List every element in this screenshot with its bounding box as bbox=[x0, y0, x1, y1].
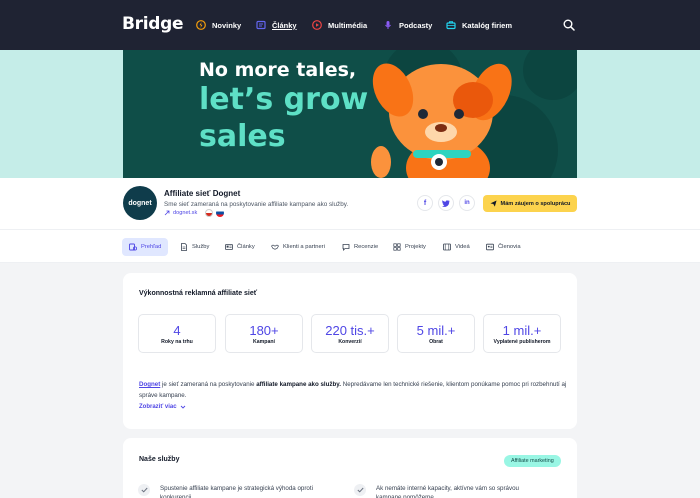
document-icon bbox=[181, 243, 187, 251]
stat-value: 1 mil.+ bbox=[502, 323, 542, 338]
nav-label: Podcasty bbox=[399, 20, 433, 30]
article-icon bbox=[256, 20, 266, 30]
company-header: dognet Affiliate sieť Dognet Sme sieť za… bbox=[0, 178, 700, 229]
tab-projekty[interactable]: Projekty bbox=[386, 238, 433, 256]
handshake-icon bbox=[271, 244, 279, 250]
company-description: Sme sieť zameraná na poskytovanie affili… bbox=[164, 201, 349, 208]
nav-label: Katalóg firiem bbox=[462, 20, 513, 30]
service-item: Ak nemáte interné kapacity, aktívne vám … bbox=[376, 485, 519, 498]
overview-title: Výkonnostná reklamná affiliate sieť bbox=[139, 290, 258, 297]
dognet-link[interactable]: Dognet bbox=[139, 381, 160, 388]
stat-value: 220 tis.+ bbox=[325, 323, 375, 338]
company-logo: dognet bbox=[123, 186, 157, 220]
flag-czech-icon bbox=[205, 209, 213, 217]
check-icon bbox=[138, 484, 150, 496]
stat-label: Kampaní bbox=[253, 339, 275, 345]
stat-card: 5 mil.+ Obrat bbox=[397, 314, 475, 353]
nav-label: Novinky bbox=[212, 20, 242, 30]
description-bold: affiliate kampane ako služby. bbox=[256, 381, 342, 388]
linkedin-icon[interactable]: in bbox=[459, 195, 475, 211]
overview-description: Dognet je sieť zameraná na poskytovanie … bbox=[139, 379, 567, 401]
comment-icon bbox=[342, 244, 350, 251]
services-title: Naše služby bbox=[139, 456, 180, 463]
company-logo-text: dognet bbox=[128, 199, 152, 207]
external-link-icon bbox=[164, 210, 170, 216]
tab-label: Služby bbox=[192, 244, 210, 250]
tab-sluzby[interactable]: Služby bbox=[173, 238, 216, 256]
tab-label: Prehľad bbox=[141, 244, 162, 250]
stat-label: Vyplatené publisherom bbox=[493, 339, 551, 345]
banner-headline-3: sales bbox=[199, 119, 286, 154]
stat-card: 180+ Kampaní bbox=[225, 314, 303, 353]
facebook-icon[interactable]: f bbox=[417, 195, 433, 211]
category-badge: Affiliate marketing bbox=[504, 455, 561, 467]
id-card-icon bbox=[486, 243, 494, 251]
banner-headline-1: No more tales, bbox=[199, 59, 357, 81]
nav-item-podcasty[interactable]: Podcasty bbox=[383, 18, 432, 32]
stat-label: Konverzií bbox=[338, 339, 362, 345]
company-tabs: Prehľad Služby Články Klienti a partneri… bbox=[0, 229, 700, 263]
film-icon bbox=[443, 243, 451, 251]
company-banner: No more tales, let’s grow sales bbox=[123, 50, 577, 178]
check-icon bbox=[354, 484, 366, 496]
bridge-logo[interactable]: Bridge bbox=[122, 14, 184, 34]
company-website-label: dognet.sk bbox=[173, 210, 198, 216]
tab-label: Recenzie bbox=[354, 244, 379, 250]
contact-cta-button[interactable]: Mám záujem o spoluprácu bbox=[483, 195, 577, 212]
stat-card: 220 tis.+ Konverzií bbox=[311, 314, 389, 353]
send-icon bbox=[489, 200, 497, 207]
tab-label: Videá bbox=[455, 244, 470, 250]
tab-recenzie[interactable]: Recenzie bbox=[335, 238, 385, 256]
overview-icon bbox=[129, 243, 137, 251]
tab-label: Články bbox=[237, 244, 255, 250]
grid-icon bbox=[393, 243, 401, 251]
stat-label: Obrat bbox=[429, 339, 443, 345]
tab-videa[interactable]: Videá bbox=[436, 238, 477, 256]
stat-label: Roky na trhu bbox=[161, 339, 193, 345]
twitter-icon[interactable] bbox=[438, 195, 454, 211]
chevron-down-icon bbox=[180, 405, 185, 409]
nav-item-katalog-firiem[interactable]: Katalóg firiem bbox=[446, 18, 512, 32]
services-card: Naše služby Affiliate marketing Spusteni… bbox=[123, 438, 577, 498]
stat-value: 4 bbox=[173, 323, 181, 338]
stat-card: 1 mil.+ Vyplatené publisherom bbox=[483, 314, 561, 353]
show-more-label: Zobraziť viac bbox=[139, 404, 177, 410]
banner-headline-2: let’s grow bbox=[199, 82, 369, 117]
play-icon bbox=[312, 20, 322, 30]
overview-card: Výkonnostná reklamná affiliate sieť 4 Ro… bbox=[123, 273, 577, 429]
tab-label: Klienti a partneri bbox=[283, 244, 325, 250]
description-text: je sieť zameraná na poskytovanie bbox=[160, 381, 257, 388]
microphone-icon bbox=[383, 20, 393, 30]
tab-label: Členovia bbox=[498, 244, 521, 250]
stat-value: 180+ bbox=[249, 323, 279, 338]
nav-item-novinky[interactable]: Novinky bbox=[196, 18, 241, 32]
tab-prehlad[interactable]: Prehľad bbox=[122, 238, 169, 256]
top-navigation: Bridge Novinky Články Multimédia Podcast… bbox=[0, 0, 700, 50]
cta-label: Mám záujem o spoluprácu bbox=[500, 200, 571, 207]
tab-clenovia[interactable]: Členovia bbox=[479, 238, 528, 256]
newspaper-icon bbox=[225, 244, 233, 250]
nav-item-clanky[interactable]: Články bbox=[256, 18, 297, 32]
stat-value: 5 mil.+ bbox=[416, 323, 456, 338]
tab-clanky[interactable]: Články bbox=[218, 238, 262, 256]
nav-label: Multimédia bbox=[328, 20, 368, 30]
stat-card: 4 Roky na trhu bbox=[138, 314, 216, 353]
search-icon[interactable] bbox=[563, 18, 575, 31]
company-name: Affiliate sieť Dognet bbox=[164, 189, 241, 198]
flag-slovak-icon bbox=[216, 209, 224, 217]
bolt-icon bbox=[196, 20, 206, 30]
service-item: Spustenie affiliate kampane je strategic… bbox=[160, 485, 313, 498]
nav-label: Články bbox=[272, 20, 297, 30]
tab-label: Projekty bbox=[405, 244, 426, 250]
nav-item-multimedia[interactable]: Multimédia bbox=[312, 18, 367, 32]
show-more-button[interactable]: Zobraziť viac bbox=[139, 404, 186, 410]
briefcase-icon bbox=[446, 20, 456, 30]
tab-klienti-a-partneri[interactable]: Klienti a partneri bbox=[264, 238, 332, 256]
company-website-link[interactable]: dognet.sk bbox=[164, 210, 197, 216]
